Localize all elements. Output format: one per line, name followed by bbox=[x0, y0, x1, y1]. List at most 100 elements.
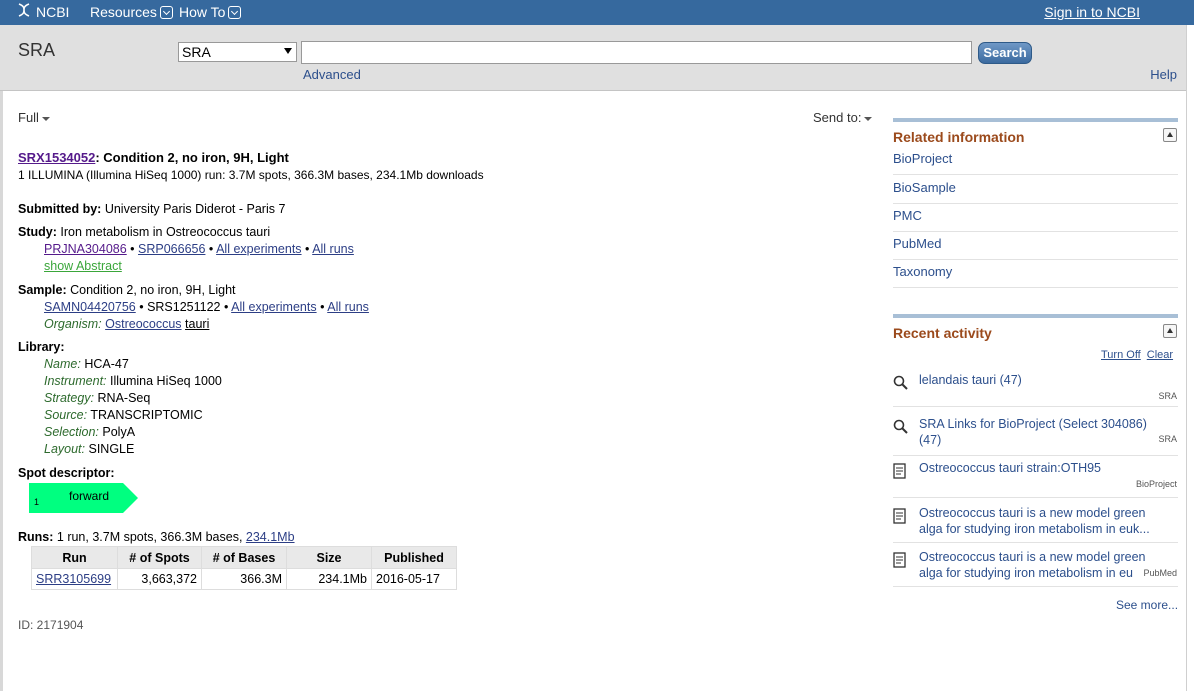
published-cell: 2016-05-17 bbox=[371, 568, 457, 590]
ncbi-logo[interactable]: NCBI bbox=[16, 3, 69, 21]
related-item-taxonomy[interactable]: Taxonomy bbox=[893, 264, 1178, 288]
srp-link[interactable]: SRP066656 bbox=[138, 242, 205, 256]
page-scrollbar[interactable] bbox=[1186, 25, 1194, 691]
recent-activity-title: Recent activity bbox=[893, 325, 992, 341]
library-field: Layout: SINGLE bbox=[44, 442, 134, 456]
sign-in-link[interactable]: Sign in to NCBI bbox=[1044, 4, 1140, 20]
study-all-runs-link[interactable]: All runs bbox=[312, 242, 354, 256]
runs-table-header: Run # of Spots # of Bases Size Published bbox=[31, 546, 457, 569]
experiment-accession-link[interactable]: SRX1534052 bbox=[18, 150, 95, 165]
how-to-menu[interactable]: How To bbox=[179, 4, 242, 20]
organism-line: Organism: Ostreococcus tauri bbox=[44, 317, 209, 331]
document-icon bbox=[893, 463, 906, 479]
ncbi-top-bar: NCBI Resources How To Sign in to NCBI bbox=[0, 0, 1194, 25]
column-header: Published bbox=[371, 546, 457, 569]
related-information-title: Related information bbox=[893, 129, 1025, 145]
recent-activity-item[interactable]: lelandais tauri (47) SRA bbox=[893, 372, 1178, 407]
run-accession-cell[interactable]: SRR3105699 bbox=[31, 568, 118, 590]
send-to-control[interactable]: Send to: bbox=[813, 110, 873, 125]
column-header: Size bbox=[286, 546, 372, 569]
resources-menu[interactable]: Resources bbox=[90, 4, 173, 20]
recent-activity-text: Ostreococcus tauri is a new model green … bbox=[919, 506, 1150, 536]
display-format-control[interactable]: Full bbox=[18, 110, 50, 125]
related-item-pmc[interactable]: PMC bbox=[893, 208, 1178, 232]
search-button[interactable]: Search bbox=[978, 42, 1032, 64]
display-format-label: Full bbox=[18, 110, 39, 125]
clear-link[interactable]: Clear bbox=[1147, 349, 1173, 361]
page-left-border bbox=[0, 91, 3, 691]
library-field-value: Illumina HiSeq 1000 bbox=[110, 374, 222, 388]
biosample-link[interactable]: SAMN04420756 bbox=[44, 300, 136, 314]
sample-all-runs-link[interactable]: All runs bbox=[327, 300, 369, 314]
recent-activity-item[interactable]: Ostreococcus tauri is a new model green … bbox=[893, 549, 1178, 587]
library-field: Name: HCA-47 bbox=[44, 357, 129, 371]
caret-down-icon bbox=[864, 116, 873, 121]
recent-activity-source: SRA bbox=[1158, 391, 1177, 401]
search-bar: SRA SRA Search Advanced Help bbox=[0, 25, 1194, 91]
resources-menu-label: Resources bbox=[90, 4, 157, 20]
database-select-value: SRA bbox=[182, 44, 211, 60]
library-field-key: Selection: bbox=[44, 425, 99, 439]
runs-table: Run # of Spots # of Bases Size Published… bbox=[31, 546, 457, 590]
collapse-recent-button[interactable] bbox=[1163, 324, 1177, 338]
runs-download-link[interactable]: 234.1Mb bbox=[246, 530, 295, 544]
document-icon bbox=[893, 552, 906, 568]
chevron-down-icon bbox=[228, 5, 242, 19]
library-field-key: Source: bbox=[44, 408, 88, 422]
study-line: Study: Iron metabolism in Ostreococcus t… bbox=[18, 225, 270, 239]
organism-species-link[interactable]: tauri bbox=[185, 317, 209, 331]
library-field: Source: TRANSCRIPTOMIC bbox=[44, 408, 203, 422]
library-field-key: Name: bbox=[44, 357, 81, 371]
search-icon bbox=[893, 375, 908, 390]
document-icon bbox=[893, 508, 906, 524]
submitted-by-label: Submitted by: bbox=[18, 202, 102, 216]
study-all-experiments-link[interactable]: All experiments bbox=[216, 242, 301, 256]
bioproject-link[interactable]: PRJNA304086 bbox=[44, 242, 127, 256]
database-select[interactable]: SRA bbox=[178, 42, 297, 62]
record-id: ID: 2171904 bbox=[18, 618, 84, 632]
library-field-value: HCA-47 bbox=[84, 357, 129, 371]
recent-activity-controls: Turn Off Clear bbox=[1095, 349, 1173, 361]
collapse-related-button[interactable] bbox=[1163, 128, 1177, 142]
organism-genus-link[interactable]: Ostreococcus bbox=[105, 317, 181, 331]
spot-descriptor-label: Spot descriptor: bbox=[18, 466, 115, 480]
library-field: Strategy: RNA-Seq bbox=[44, 391, 150, 405]
dropdown-arrow-icon bbox=[284, 48, 292, 54]
recent-activity-source: PubMed bbox=[1143, 568, 1177, 578]
related-panel-bar bbox=[893, 118, 1178, 122]
study-title: Iron metabolism in Ostreococcus tauri bbox=[56, 225, 271, 239]
library-field-key: Layout: bbox=[44, 442, 86, 456]
recent-activity-item[interactable]: Ostreococcus tauri is a new model green … bbox=[893, 505, 1178, 543]
column-header: Run bbox=[31, 546, 118, 569]
recent-activity-item[interactable]: Ostreococcus tauri strain:OTH95 BioProje… bbox=[893, 460, 1178, 498]
size-cell: 234.1Mb bbox=[286, 568, 372, 590]
recent-activity-text: Ostreococcus tauri is a new model green … bbox=[919, 550, 1146, 580]
runs-summary: 1 run, 3.7M spots, 366.3M bases, bbox=[53, 530, 246, 544]
bases-cell: 366.3M bbox=[201, 568, 287, 590]
recent-activity-item[interactable]: SRA Links for BioProject (Select 304086)… bbox=[893, 416, 1178, 456]
related-item-biosample[interactable]: BioSample bbox=[893, 180, 1178, 204]
see-more-link[interactable]: See more... bbox=[1116, 598, 1178, 612]
library-field-value: TRANSCRIPTOMIC bbox=[90, 408, 203, 422]
library-field-value: SINGLE bbox=[88, 442, 135, 456]
caret-down-icon bbox=[41, 116, 50, 121]
sample-all-experiments-link[interactable]: All experiments bbox=[231, 300, 316, 314]
related-item-pubmed[interactable]: PubMed bbox=[893, 236, 1178, 260]
search-input[interactable] bbox=[301, 41, 972, 64]
library-field-value: PolyA bbox=[102, 425, 136, 439]
submitted-by-value: University Paris Diderot - Paris 7 bbox=[101, 202, 286, 216]
spot-position: 1 bbox=[34, 497, 40, 507]
show-abstract-label: show Abstract bbox=[44, 259, 122, 273]
run-accession-link[interactable]: SRR3105699 bbox=[36, 572, 111, 586]
advanced-search-link[interactable]: Advanced bbox=[303, 67, 361, 82]
library-field-key: Instrument: bbox=[44, 374, 107, 388]
library-field: Selection: PolyA bbox=[44, 425, 135, 439]
table-row: SRR3105699 3,663,372 366.3M 234.1Mb 2016… bbox=[31, 568, 457, 590]
show-abstract-toggle[interactable]: show Abstract bbox=[44, 259, 122, 273]
sample-label: Sample: bbox=[18, 283, 67, 297]
related-item-bioproject[interactable]: BioProject bbox=[893, 151, 1178, 175]
help-link[interactable]: Help bbox=[1150, 67, 1177, 82]
library-label: Library: bbox=[18, 340, 65, 354]
turn-off-link[interactable]: Turn Off bbox=[1101, 349, 1141, 361]
spot-direction: forward bbox=[69, 489, 110, 503]
